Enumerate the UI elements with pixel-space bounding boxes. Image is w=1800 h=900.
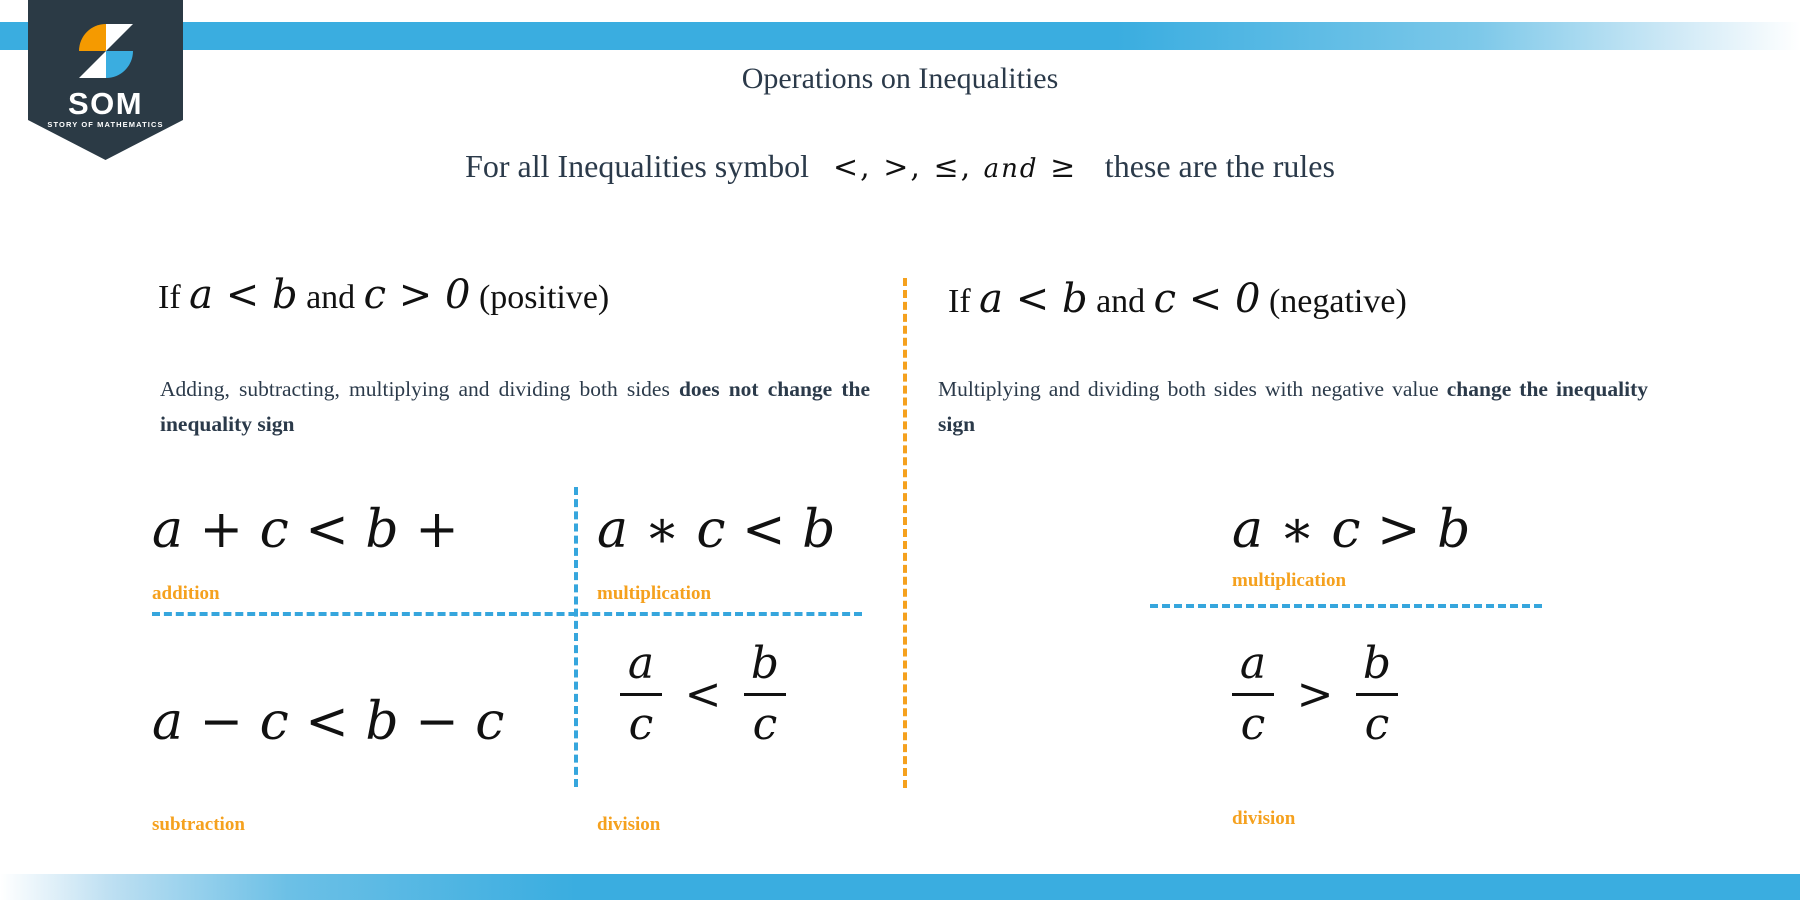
expression-division-positive: a c < b c <box>620 640 786 748</box>
paragraph-plain-text: Multiplying and dividing both sides with… <box>938 377 1447 401</box>
fraction-denominator: c <box>1364 698 1390 750</box>
fraction-numerator: a <box>1239 638 1267 689</box>
subtitle-trail-text: these are the rules <box>1104 148 1335 184</box>
expression-multiplication-negative-text: a ∗ c > b <box>1232 500 1471 560</box>
expression-division-negative: a c > b c <box>1232 640 1398 748</box>
fraction-bar <box>1356 692 1398 696</box>
expression-addition: a + c < b + <box>152 500 459 560</box>
som-s-mark-icon <box>78 24 133 78</box>
caption-division-positive: division <box>597 814 661 835</box>
fraction-denominator: c <box>752 698 778 750</box>
expression-multiplication-negative: a ∗ c > b <box>1232 500 1470 560</box>
fraction-left-positive: a c <box>620 640 662 748</box>
symbols-pre: <, >, ≤, <box>833 150 973 185</box>
caption-multiplication-negative: multiplication <box>1232 570 1347 591</box>
column-heading-negative: If a < b and c < 0 (negative) <box>948 276 1407 322</box>
fraction-bar <box>1232 692 1274 696</box>
caption-subtraction: subtraction <box>152 814 245 835</box>
fraction-denominator: c <box>1240 698 1266 750</box>
column-paragraph-positive: Adding, subtracting, multiplying and div… <box>160 372 870 442</box>
heading-note: (positive) <box>478 279 610 316</box>
fraction-numerator: a <box>627 638 655 689</box>
relation-symbol-division-positive: < <box>684 668 722 720</box>
caption-addition: addition <box>152 583 220 604</box>
heading-if: If <box>158 279 181 316</box>
expression-multiplication-positive: a ∗ c < b <box>597 500 835 560</box>
page-title: Operations on Inequalities <box>741 62 1059 95</box>
fraction-bar <box>744 692 786 696</box>
top-accent-bar <box>0 22 1800 50</box>
paragraph-plain-text: Adding, subtracting, multiplying and div… <box>160 377 679 401</box>
heading-note: (negative) <box>1268 283 1407 320</box>
column-heading-positive: If a < b and c > 0 (positive) <box>158 272 609 318</box>
brand-name: SOM <box>67 86 144 121</box>
relation-symbol-division-negative: > <box>1296 668 1334 720</box>
inequality-symbols: <, >, ≤, and ≥ <box>833 150 1089 185</box>
fraction-numerator: b <box>750 638 780 689</box>
caption-multiplication-positive: multiplication <box>597 583 712 604</box>
heading-expression-right: c > 0 <box>363 272 471 318</box>
fraction-right-negative: b c <box>1356 640 1398 748</box>
fraction-right-positive: b c <box>744 640 786 748</box>
fraction-numerator: b <box>1362 638 1392 689</box>
heading-and: and <box>1096 283 1146 320</box>
heading-if: If <box>948 283 971 320</box>
bottom-accent-bar <box>0 874 1800 900</box>
column-divider <box>903 278 907 788</box>
heading-expression-left: a < b <box>979 276 1088 322</box>
inner-divider-horizontal-left <box>152 612 862 616</box>
subtitle-row: For all Inequalities symbol <, >, ≤, and… <box>0 148 1800 185</box>
caption-division-negative: division <box>1232 808 1296 829</box>
heading-expression-right: c < 0 <box>1153 276 1261 322</box>
symbols-post: ≥ <box>1050 150 1078 185</box>
expression-subtraction: a − c < b − c <box>152 692 504 752</box>
inner-divider-vertical <box>574 487 578 787</box>
fraction-denominator: c <box>628 698 654 750</box>
inner-divider-horizontal-right <box>1150 604 1542 608</box>
heading-expression-left: a < b <box>189 272 298 318</box>
column-paragraph-negative: Multiplying and dividing both sides with… <box>938 372 1648 442</box>
heading-and: and <box>306 279 356 316</box>
fraction-left-negative: a c <box>1232 640 1274 748</box>
expression-multiplication-positive-text: a ∗ c < b <box>597 500 836 560</box>
expression-addition-text: a + c < b + <box>152 500 459 560</box>
expression-subtraction-text: a − c < b − c <box>152 692 505 752</box>
subtitle-lead-text: For all Inequalities symbol <box>465 148 810 184</box>
fraction-bar <box>620 692 662 696</box>
brand-tagline: STORY OF MATHEMATICS <box>47 120 164 129</box>
brand-ribbon: SOM STORY OF MATHEMATICS <box>28 0 183 160</box>
symbols-and: and <box>983 154 1039 184</box>
